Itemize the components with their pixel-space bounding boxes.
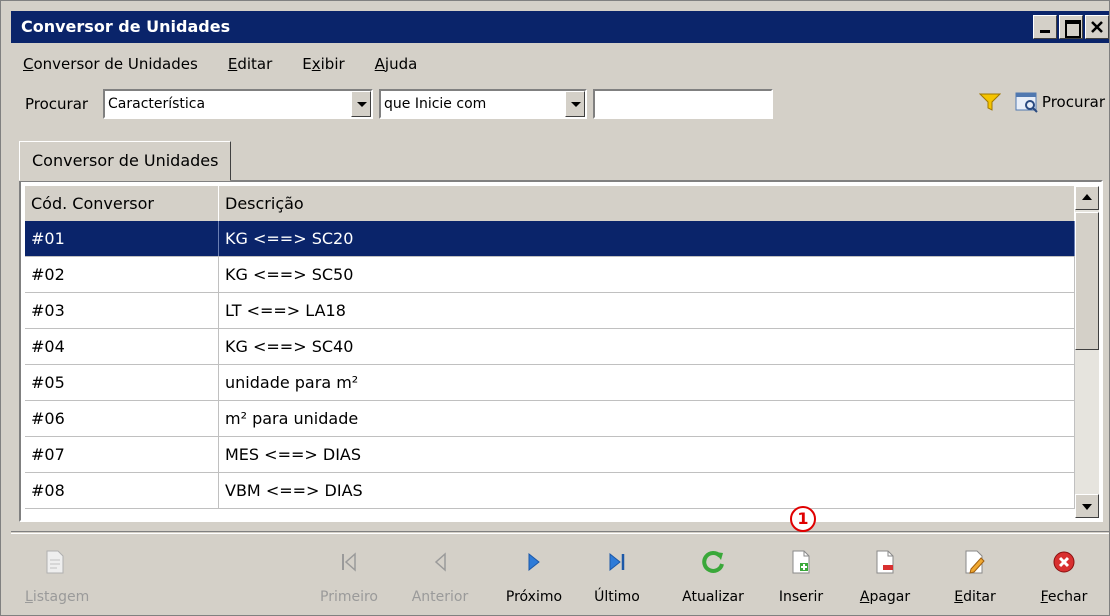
scroll-thumb[interactable] — [1075, 212, 1099, 350]
editar-label: Editar — [954, 589, 996, 605]
search-button[interactable]: Procurar — [1015, 91, 1105, 113]
cell-code: #03 — [25, 293, 219, 328]
cell-code: #02 — [25, 257, 219, 292]
next-record-icon — [528, 552, 540, 572]
table-row[interactable]: #05 unidade para m² — [25, 365, 1075, 401]
inserir-label: Inserir — [778, 589, 824, 605]
proximo-button[interactable]: Próximo — [499, 547, 569, 605]
table-row[interactable]: #06 m² para unidade — [25, 401, 1075, 437]
minimize-button[interactable] — [1033, 15, 1057, 39]
data-grid-panel: Cód. Conversor Descrição #01 KG <==> SC2… — [19, 180, 1103, 522]
search-actions: Procurar — [978, 91, 1105, 113]
column-header-description[interactable]: Descrição — [219, 186, 1075, 221]
table-row[interactable]: #01 KG <==> SC20 — [25, 221, 1075, 257]
scroll-up-button[interactable] — [1075, 186, 1099, 210]
column-header-code[interactable]: Cód. Conversor — [25, 186, 219, 221]
menu-bar: Conversor de Unidades Editar Exibir Ajud… — [11, 49, 435, 79]
apagar-label: Apagar — [859, 589, 911, 605]
atualizar-label: Atualizar — [682, 589, 744, 605]
menu-editar[interactable]: Editar — [228, 55, 272, 73]
tab-conversor[interactable]: Conversor de Unidades — [19, 141, 232, 181]
search-icon — [1015, 92, 1038, 113]
divider — [11, 531, 1109, 534]
search-text-input[interactable] — [593, 89, 773, 119]
anterior-label: Anterior — [411, 589, 469, 605]
fechar-label: Fechar — [1040, 589, 1088, 605]
close-circle-icon — [1053, 551, 1075, 573]
search-bar: Procurar Característica que Inicie com P… — [11, 85, 1109, 123]
add-document-icon — [792, 550, 810, 574]
fechar-button[interactable]: Fechar — [1031, 547, 1097, 605]
filter-icon[interactable] — [978, 92, 1001, 112]
anterior-button[interactable]: Anterior — [407, 547, 473, 605]
table-row[interactable]: #03 LT <==> LA18 — [25, 293, 1075, 329]
primeiro-label: Primeiro — [320, 589, 378, 605]
cell-description: KG <==> SC20 — [219, 221, 1075, 256]
previous-record-icon — [434, 552, 446, 572]
listagem-label: Listagem — [25, 589, 90, 605]
document-icon — [46, 550, 64, 574]
search-field-select[interactable]: Característica — [103, 89, 373, 119]
cell-code: #08 — [25, 473, 219, 508]
search-field-value: Característica — [108, 96, 206, 112]
search-mode-select[interactable]: que Inicie com — [379, 89, 587, 119]
ultimo-button[interactable]: Último — [585, 547, 649, 605]
vertical-scrollbar[interactable] — [1075, 186, 1099, 518]
maximize-button[interactable] — [1059, 15, 1083, 39]
table-row[interactable]: #07 MES <==> DIAS — [25, 437, 1075, 473]
menu-exibir[interactable]: Exibir — [302, 55, 344, 73]
atualizar-button[interactable]: Atualizar — [673, 547, 753, 605]
cell-description: KG <==> SC40 — [219, 329, 1075, 364]
apagar-button[interactable]: Apagar — [853, 547, 917, 605]
cell-code: #04 — [25, 329, 219, 364]
close-icon — [1091, 21, 1103, 33]
cell-description: m² para unidade — [219, 401, 1075, 436]
data-grid: Cód. Conversor Descrição #01 KG <==> SC2… — [25, 186, 1075, 509]
primeiro-button[interactable]: Primeiro — [319, 547, 379, 605]
menu-conversor[interactable]: Conversor de Unidades — [23, 55, 198, 73]
step-callout: 1 — [790, 506, 816, 532]
cell-code: #01 — [25, 221, 219, 256]
cell-description: unidade para m² — [219, 365, 1075, 400]
table-row[interactable]: #02 KG <==> SC50 — [25, 257, 1075, 293]
cell-description: KG <==> SC50 — [219, 257, 1075, 292]
search-button-label: Procurar — [1041, 93, 1105, 111]
menu-ajuda[interactable]: Ajuda — [375, 55, 418, 73]
last-record-icon — [609, 552, 625, 572]
cell-description: LT <==> LA18 — [219, 293, 1075, 328]
search-label: Procurar — [25, 95, 89, 113]
refresh-icon — [702, 550, 724, 573]
edit-document-icon — [965, 550, 985, 574]
cell-code: #05 — [25, 365, 219, 400]
cell-description: MES <==> DIAS — [219, 437, 1075, 472]
first-record-icon — [342, 552, 356, 572]
window-controls — [1031, 15, 1109, 39]
inserir-button[interactable]: Inserir — [769, 547, 833, 605]
search-mode-value: que Inicie com — [384, 96, 487, 112]
window-title: Conversor de Unidades — [21, 17, 231, 36]
delete-document-icon — [876, 550, 894, 574]
close-button[interactable] — [1085, 15, 1109, 39]
proximo-label: Próximo — [505, 589, 563, 605]
title-bar: Conversor de Unidades — [11, 11, 1109, 43]
listagem-button[interactable]: Listagem — [25, 547, 90, 605]
cell-code: #07 — [25, 437, 219, 472]
cell-description: VBM <==> DIAS — [219, 473, 1075, 508]
cell-code: #06 — [25, 401, 219, 436]
search-field-dropdown-button[interactable] — [351, 91, 371, 117]
table-row[interactable]: #04 KG <==> SC40 — [25, 329, 1075, 365]
table-row[interactable]: #08 VBM <==> DIAS — [25, 473, 1075, 509]
grid-header: Cód. Conversor Descrição — [25, 186, 1075, 221]
bottom-toolbar: Listagem Primeiro Anterior Próximo Últim… — [1, 539, 1110, 616]
app-window: Conversor de Unidades Conversor de Unida… — [0, 0, 1110, 616]
search-mode-dropdown-button[interactable] — [565, 91, 585, 117]
scroll-down-button[interactable] — [1075, 494, 1099, 518]
editar-button[interactable]: Editar — [945, 547, 1005, 605]
ultimo-label: Último — [594, 589, 640, 605]
